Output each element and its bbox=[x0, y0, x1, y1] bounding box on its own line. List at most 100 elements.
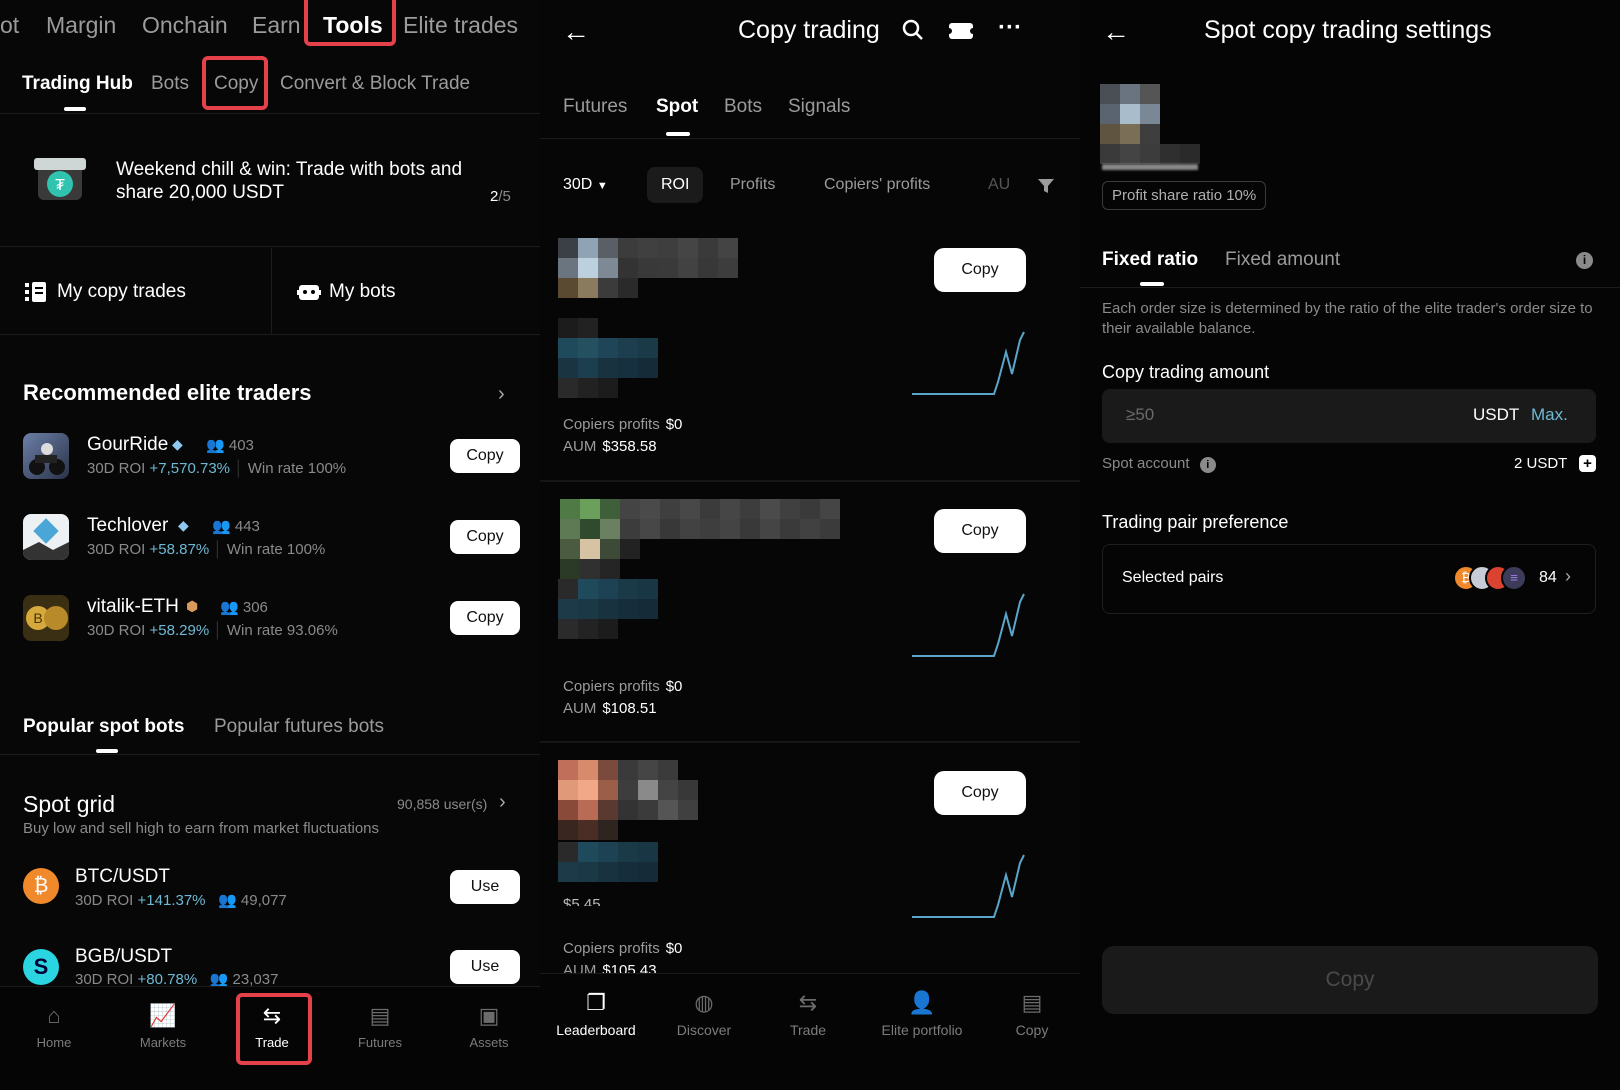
trader-name-blurred bbox=[1102, 164, 1198, 170]
add-funds-icon[interactable]: + bbox=[1579, 455, 1596, 472]
diamond-badge-icon: ◆ bbox=[178, 517, 189, 533]
tab-signals[interactable]: Signals bbox=[788, 96, 850, 118]
avatar: B bbox=[23, 595, 69, 641]
selected-pairs-row[interactable]: Selected pairs ₿ ≡ 84 › bbox=[1102, 544, 1596, 614]
my-bots-link[interactable]: My bots bbox=[297, 281, 396, 303]
pair-roi: 30D ROI +141.37% 👥 49,077 bbox=[75, 891, 287, 909]
spot-copy-settings-panel: ← Spot copy trading settings Profit shar… bbox=[1080, 0, 1620, 1090]
info-icon[interactable]: i bbox=[1199, 457, 1216, 473]
pair-name[interactable]: BGB/USDT bbox=[75, 946, 172, 968]
back-arrow-icon[interactable]: ← bbox=[562, 16, 590, 48]
subtab-bots[interactable]: Bots bbox=[151, 73, 189, 95]
aum-label: AUM bbox=[563, 438, 597, 455]
tab-fixed-ratio[interactable]: Fixed ratio bbox=[1102, 249, 1198, 271]
trade-swap-icon: ⇆ bbox=[798, 990, 818, 1015]
chip-profits[interactable]: Profits bbox=[730, 167, 775, 203]
blurred-avatar bbox=[558, 238, 738, 298]
copy-trading-panel: ← Copy trading ··· Futures Spot Bots Sig… bbox=[540, 0, 1080, 1090]
tab-fixed-amount[interactable]: Fixed amount bbox=[1225, 249, 1340, 271]
trader-name[interactable]: Techlover bbox=[87, 515, 168, 537]
use-bot-button[interactable]: Use bbox=[450, 870, 520, 904]
tab-elite-trades[interactable]: Elite trades bbox=[403, 12, 518, 39]
tab-margin[interactable]: Margin bbox=[46, 12, 116, 39]
blurred-avatar bbox=[558, 760, 698, 840]
my-copy-trades-link[interactable]: My copy trades bbox=[25, 281, 186, 303]
diamond-badge-icon: ◆ bbox=[172, 436, 183, 452]
info-icon[interactable]: i bbox=[1576, 252, 1593, 269]
chip-roi[interactable]: ROI bbox=[647, 167, 704, 203]
nav-label: Trade bbox=[789, 1022, 827, 1038]
chevron-right-icon: › bbox=[1565, 566, 1571, 586]
tab-bots[interactable]: Bots bbox=[724, 96, 762, 118]
spot-grid-title: Spot grid bbox=[23, 791, 116, 817]
banner-text[interactable]: Weekend chill & win: Trade with bots and… bbox=[116, 158, 486, 204]
tab-popular-futures-bots[interactable]: Popular futures bots bbox=[214, 716, 384, 738]
ratio-description: Each order size is determined by the rat… bbox=[1102, 300, 1593, 337]
more-icon[interactable]: ··· bbox=[998, 14, 1022, 42]
copy-button[interactable]: Copy bbox=[934, 248, 1026, 292]
copy-trader-button[interactable]: Copy bbox=[450, 520, 520, 554]
trader-roi: 30D ROI +58.87% │ Win rate 100% bbox=[87, 541, 326, 558]
search-icon[interactable] bbox=[901, 18, 925, 47]
filter-icon[interactable] bbox=[1037, 177, 1055, 200]
nav-home[interactable]: ⌂ Home bbox=[4, 1003, 104, 1050]
chip-copiers-profits[interactable]: Copiers' profits bbox=[824, 167, 930, 203]
copiers-value: $0 bbox=[665, 416, 683, 433]
currency-label: USDT bbox=[1473, 405, 1520, 424]
nav-trade[interactable]: ⇆ Trade bbox=[756, 990, 860, 1038]
nav-label: Copy bbox=[1015, 1022, 1049, 1038]
gift-icon: ₮ bbox=[30, 146, 90, 208]
copiers-label: Copiers profits bbox=[563, 678, 660, 695]
copy-button[interactable]: Copy bbox=[934, 509, 1026, 553]
subtab-trading-hub[interactable]: Trading Hub bbox=[22, 73, 133, 95]
period-dropdown[interactable]: 30D ▼ bbox=[563, 176, 608, 194]
copy-trader-button[interactable]: Copy bbox=[450, 601, 520, 635]
hexagon-badge-icon: ⬢ bbox=[186, 598, 199, 614]
tab-earn[interactable]: Earn bbox=[252, 12, 301, 39]
spot-grid-users: 90,858 user(s) bbox=[397, 796, 488, 812]
nav-label: Futures bbox=[357, 1035, 403, 1050]
nav-elite-portfolio[interactable]: 👤 Elite portfolio bbox=[860, 990, 984, 1038]
copy-submit-button[interactable]: Copy bbox=[1102, 946, 1598, 1014]
tab-futures[interactable]: Futures bbox=[563, 96, 627, 118]
chevron-right-icon[interactable]: › bbox=[498, 383, 505, 406]
tab-popular-spot-bots[interactable]: Popular spot bots bbox=[23, 716, 185, 738]
tab-spot[interactable]: ot bbox=[0, 12, 19, 39]
blurred-name bbox=[558, 318, 658, 398]
amount-input[interactable]: ≥50 USDT Max. bbox=[1102, 389, 1596, 443]
nav-label: Discover bbox=[676, 1022, 732, 1038]
tab-spot[interactable]: Spot bbox=[656, 96, 698, 118]
chevron-right-icon[interactable]: › bbox=[499, 791, 506, 814]
tab-indicator bbox=[1140, 282, 1164, 286]
pair-name[interactable]: BTC/USDT bbox=[75, 866, 170, 888]
bitcoin-icon: ₿ bbox=[23, 868, 59, 904]
copy-button[interactable]: Copy bbox=[934, 771, 1026, 815]
caret-down-icon: ▼ bbox=[596, 180, 608, 192]
nav-assets[interactable]: ▣ Assets bbox=[439, 1003, 539, 1050]
home-icon: ⌂ bbox=[47, 1003, 61, 1028]
nav-futures[interactable]: ▤ Futures bbox=[330, 1003, 430, 1050]
aum: AUM $105.43 bbox=[563, 962, 657, 973]
copy-trader-button[interactable]: Copy bbox=[450, 439, 520, 473]
chip-aum[interactable]: AU bbox=[988, 167, 1010, 203]
banner-page-total: /5 bbox=[498, 188, 511, 205]
copiers-label: Copiers profits bbox=[563, 940, 660, 957]
use-bot-button[interactable]: Use bbox=[450, 950, 520, 984]
trader-name[interactable]: vitalik-ETH bbox=[87, 596, 179, 618]
followers-count: 👥 443 bbox=[212, 517, 260, 535]
nav-discover[interactable]: ◍ Discover bbox=[652, 990, 756, 1038]
bgb-icon: S bbox=[23, 949, 59, 985]
trader-name[interactable]: GourRide bbox=[87, 434, 168, 456]
nav-markets[interactable]: 📈 Markets bbox=[113, 1003, 213, 1050]
spot-grid-desc: Buy low and sell high to earn from marke… bbox=[23, 820, 380, 837]
subtab-convert-block-trade[interactable]: Convert & Block Trade bbox=[280, 73, 470, 95]
nav-copy[interactable]: ▤ Copy bbox=[984, 990, 1080, 1038]
back-arrow-icon[interactable]: ← bbox=[1102, 16, 1130, 48]
max-button[interactable]: Max. bbox=[1531, 405, 1568, 425]
robot-icon bbox=[297, 282, 321, 302]
ticket-icon[interactable] bbox=[946, 21, 976, 46]
nav-leaderboard[interactable]: ❐ Leaderboard bbox=[540, 990, 652, 1038]
tab-onchain[interactable]: Onchain bbox=[142, 12, 228, 39]
roi-label: 30D ROI bbox=[87, 460, 146, 477]
roi-label: 30D ROI bbox=[87, 541, 146, 558]
